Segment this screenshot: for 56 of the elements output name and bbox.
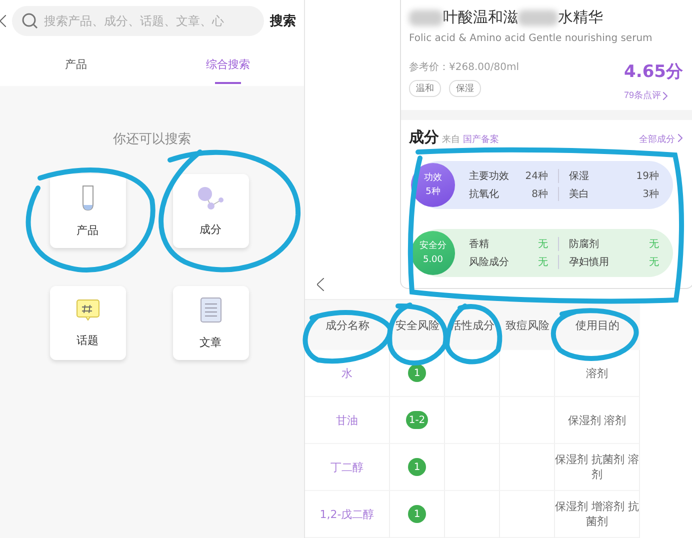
safety-badge: 1 <box>408 505 426 523</box>
tab[interactable]: 产品 <box>0 42 152 86</box>
stat-value: 19种 <box>636 170 659 183</box>
stat-value: 无 <box>649 256 659 269</box>
stat-label: 美白 <box>569 188 589 201</box>
stat-label: 香精 <box>469 238 489 251</box>
stat-label: 孕妇慎用 <box>569 256 609 269</box>
tube-icon <box>82 184 94 210</box>
table-cell: 溶剂 <box>586 366 608 380</box>
tag: 温和 <box>409 80 441 97</box>
category-card[interactable]: 产品 <box>50 174 126 248</box>
tag: 保湿 <box>449 80 481 97</box>
stat-label: 抗氧化 <box>469 188 499 201</box>
product-subtitle: Folic acid & Amino acid Gentle nourishing serum <box>409 33 654 44</box>
chevron-icon <box>663 92 668 100</box>
blurred-text <box>518 10 558 26</box>
tab[interactable]: 综合搜索 <box>152 42 304 86</box>
product-title: 叶酸温和滋 <box>443 8 518 27</box>
summary-bar[interactable]: 安全分 5.00 香精 无 防腐剂 无 风险成分 无 孕妇慎用 无 <box>415 229 673 277</box>
score: 4.65分 <box>624 61 683 83</box>
stat-label: 风险成分 <box>469 256 509 269</box>
section-hint: 你还可以搜索 <box>112 131 192 148</box>
section-title: 成分 <box>409 128 439 147</box>
table-cell: 保湿剂 增溶剂 抗菌剂 <box>555 499 639 529</box>
source-label: 来自 <box>442 134 460 146</box>
category-card[interactable]: 成分 <box>172 174 248 248</box>
stat-value: 无 <box>649 238 659 251</box>
stat-value: 无 <box>538 256 548 269</box>
stat-value: 无 <box>538 238 548 251</box>
document-icon <box>200 296 222 322</box>
price: 参考价：¥268.00/80ml <box>409 60 519 74</box>
back-icon[interactable] <box>0 15 6 27</box>
safety-badge: 1 <box>408 364 426 382</box>
safety-badge: 1 <box>408 458 426 476</box>
search-icon <box>22 13 38 29</box>
molecule-icon <box>196 186 224 210</box>
back-icon[interactable] <box>317 278 324 291</box>
category-card[interactable]: 话题 <box>50 286 126 360</box>
score-badge: 安全分 5.00 <box>411 231 455 275</box>
product-title: 水精华 <box>558 8 603 27</box>
column-header: 致痘风险 <box>500 300 555 350</box>
search-button[interactable]: 搜索 <box>270 12 296 30</box>
blurred-text <box>409 10 443 26</box>
stat-value: 24种 <box>525 170 548 183</box>
category-card[interactable]: 文章 <box>172 286 248 360</box>
table-cell: 保湿剂 溶剂 <box>568 412 626 428</box>
stat-value: 8种 <box>532 188 548 201</box>
chevron-icon <box>678 134 683 142</box>
safety-badge: 1-2 <box>406 411 428 429</box>
stat-value: 3种 <box>642 188 659 201</box>
stat-label: 主要功效 <box>469 170 509 183</box>
stat-label: 保湿 <box>569 170 589 183</box>
stat-label: 防腐剂 <box>569 238 599 251</box>
search-field[interactable]: 搜索产品、成分、话题、文章、心 <box>12 6 264 36</box>
table-cell: 保湿剂 抗菌剂 溶剂 <box>555 452 639 482</box>
hashtag-icon <box>76 298 100 320</box>
